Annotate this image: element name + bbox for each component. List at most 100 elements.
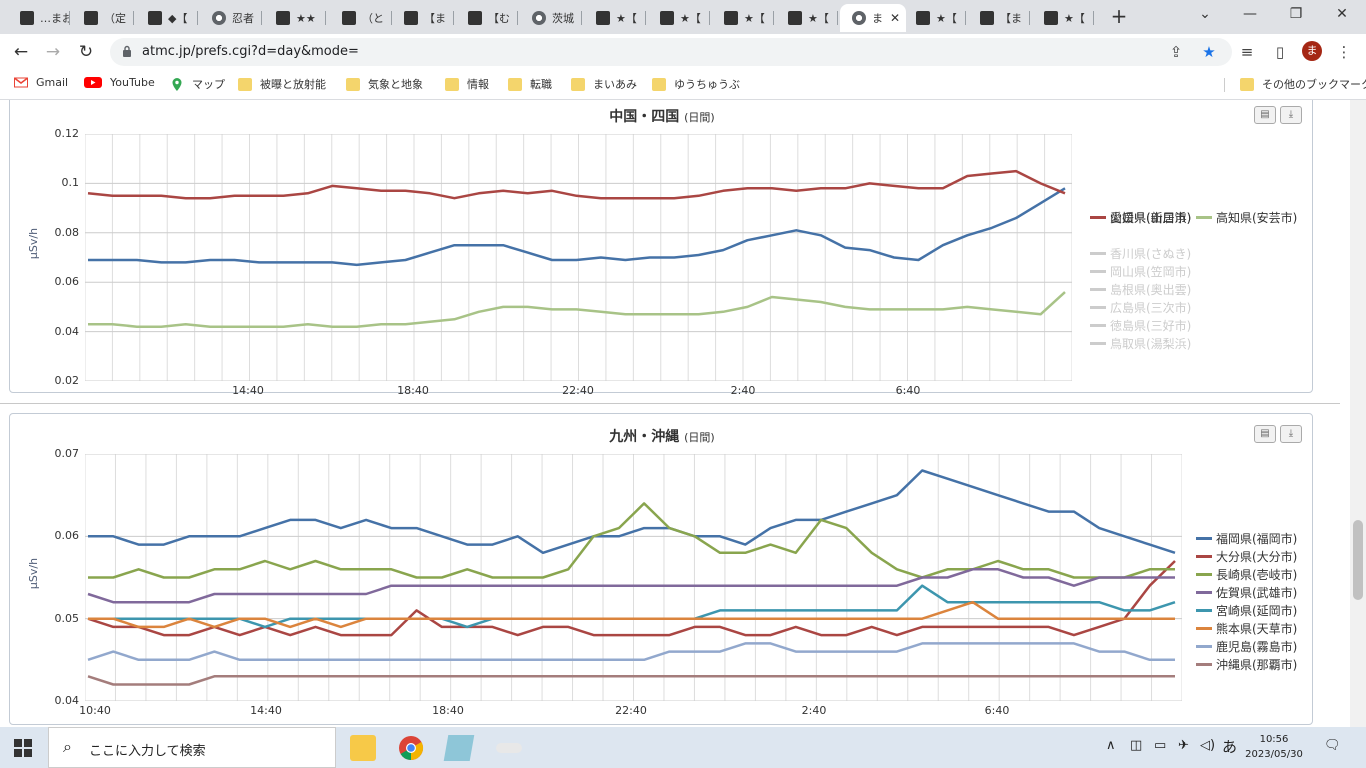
bookmark-star-icon[interactable]: ★ — [1198, 42, 1220, 62]
legend-item[interactable]: 広島県(三次市) — [1090, 299, 1191, 316]
close-tab-icon[interactable]: ✕ — [890, 11, 900, 25]
taskbar-search-box[interactable]: ⌕ ここに入力して検索 — [48, 727, 336, 768]
new-tab-button[interactable]: + — [1108, 6, 1130, 28]
series-line-1[interactable] — [87, 560, 1176, 637]
tab[interactable]: ★【 — [904, 4, 966, 32]
legend-item[interactable]: 大分県(大分市) — [1196, 548, 1297, 565]
legend-item[interactable]: 福岡県(福岡市) — [1196, 530, 1297, 547]
app-icon[interactable] — [496, 743, 522, 753]
tab[interactable]: 【む — [456, 4, 518, 32]
legend-item[interactable]: 鹿児島(霧島市) — [1196, 638, 1297, 655]
legend-item[interactable]: 宮崎県(延岡市) — [1196, 602, 1297, 619]
bookmark-folder-1[interactable]: 被曝と放射能 — [238, 76, 326, 92]
tab-separator — [453, 11, 454, 25]
legend-item[interactable]: 山口県(山口市) — [1090, 209, 1191, 226]
app-icon[interactable] — [443, 735, 475, 761]
tab[interactable]: ★★ — [264, 4, 326, 32]
tab-separator — [197, 11, 198, 25]
bookmark-maps[interactable]: マップ — [170, 76, 225, 92]
address-bar[interactable]: atmc.jp/prefs.cgi?d=day&mode= — [110, 38, 1232, 66]
profile-avatar[interactable]: ま — [1302, 41, 1322, 61]
series-line-0[interactable] — [88, 469, 1176, 555]
bookmark-folder-5[interactable]: まいあみ — [571, 76, 637, 92]
bookmark-folder-3[interactable]: 情報 — [445, 76, 489, 92]
tab[interactable]: （と — [330, 4, 392, 32]
other-bookmarks[interactable]: その他のブックマーク — [1240, 76, 1366, 92]
page-scrollbar[interactable] — [1350, 100, 1366, 727]
legend-swatch — [1090, 252, 1106, 255]
bookmark-youtube[interactable]: YouTube — [84, 76, 155, 89]
bookmark-folder-4[interactable]: 転職 — [508, 76, 552, 92]
tab[interactable]: 【ま — [392, 4, 454, 32]
notification-icon[interactable]: 🗨 — [1324, 738, 1341, 753]
series-line-2[interactable] — [88, 502, 1175, 579]
legend-item[interactable]: 鳥取県(湯梨浜) — [1090, 335, 1191, 352]
tab-separator — [965, 11, 966, 25]
file-explorer-icon[interactable] — [350, 735, 376, 761]
legend-item[interactable]: 香川県(さぬき) — [1090, 245, 1191, 262]
series-line-0[interactable] — [88, 187, 1066, 267]
legend-item[interactable]: 島根県(奥出雲) — [1090, 281, 1191, 298]
legend-item[interactable]: 熊本県(天草市) — [1196, 620, 1297, 637]
tab[interactable]: …まおこ — [8, 4, 70, 32]
tab[interactable]: （定 — [72, 4, 134, 32]
tray-app-icon[interactable]: ◫ — [1130, 738, 1142, 753]
bookmark-folder-2[interactable]: 気象と地象 — [346, 76, 423, 92]
x-tick-label: 10:40 — [79, 704, 111, 717]
legend-swatch — [1196, 609, 1212, 612]
y-tick-label: 0.06 — [54, 529, 80, 543]
series-line-1[interactable] — [87, 169, 1066, 200]
print-icon[interactable]: ▤ — [1254, 425, 1276, 443]
series-line-2[interactable] — [88, 291, 1066, 328]
restore-icon[interactable]: ❐ — [1284, 6, 1308, 26]
network-icon[interactable]: ✈ — [1178, 738, 1189, 753]
battery-icon[interactable]: ▭ — [1154, 738, 1166, 753]
tab[interactable]: ★【 — [584, 4, 646, 32]
tab[interactable]: 茨城 — [520, 4, 582, 32]
share-icon[interactable]: ⇪ — [1165, 42, 1187, 62]
folder-icon — [445, 77, 459, 91]
legend-item[interactable]: 佐賀県(武雄市) — [1196, 584, 1297, 601]
tab-search-chevron-icon[interactable]: ⌄ — [1193, 6, 1217, 26]
menu-kebab-icon[interactable]: ⋮ — [1333, 42, 1355, 62]
close-window-icon[interactable]: ✕ — [1330, 6, 1354, 26]
reading-list-icon[interactable]: ≡ — [1236, 42, 1258, 62]
legend-swatch — [1196, 627, 1212, 630]
side-panel-icon[interactable]: ▯ — [1269, 42, 1291, 62]
download-icon[interactable]: ⤓ — [1280, 106, 1302, 124]
series-line-6[interactable] — [87, 642, 1175, 662]
tab-separator — [645, 11, 646, 25]
legend-item[interactable]: 徳島県(三好市) — [1090, 317, 1191, 334]
url-text: atmc.jp/prefs.cgi?d=day&mode= — [142, 44, 359, 59]
windows-start-icon[interactable] — [14, 739, 32, 757]
tab[interactable]: ★【 — [776, 4, 838, 32]
series-line-7[interactable] — [87, 675, 1175, 686]
legend-item[interactable]: 岡山県(笠岡市) — [1090, 263, 1191, 280]
legend-item[interactable]: 高知県(安芸市) — [1196, 209, 1297, 226]
series-line-4[interactable] — [88, 584, 1176, 629]
series-line-3[interactable] — [87, 568, 1175, 604]
tab[interactable]: ★【 — [1032, 4, 1094, 32]
minimize-icon[interactable]: — — [1238, 6, 1262, 26]
print-icon[interactable]: ▤ — [1254, 106, 1276, 124]
tab[interactable]: ◆【 — [136, 4, 198, 32]
reload-icon[interactable]: ↻ — [75, 42, 97, 62]
legend-item[interactable]: 沖縄県(那覇市) — [1196, 656, 1297, 673]
volume-icon[interactable]: ◁) — [1200, 738, 1215, 753]
back-icon[interactable]: ← — [10, 42, 32, 62]
bookmark-gmail[interactable]: Gmail — [14, 76, 68, 89]
ime-indicator[interactable]: あ — [1222, 736, 1237, 757]
forward-icon[interactable]: → — [42, 42, 64, 62]
legend-item[interactable]: 長崎県(壱岐市) — [1196, 566, 1297, 583]
tab[interactable]: 忍者 — [200, 4, 262, 32]
tray-chevron-icon[interactable]: ∧ — [1106, 738, 1116, 753]
scrollbar-thumb[interactable] — [1353, 520, 1363, 600]
download-icon[interactable]: ⤓ — [1280, 425, 1302, 443]
tab[interactable]: 【ま — [968, 4, 1030, 32]
chrome-icon[interactable] — [398, 735, 424, 761]
clock[interactable]: 10:56 2023/05/30 — [1244, 732, 1304, 762]
tab[interactable]: ★【 — [712, 4, 774, 32]
bookmark-folder-6[interactable]: ゆうちゅうぶ — [652, 76, 740, 92]
tab[interactable]: ★【 — [648, 4, 710, 32]
tab-active[interactable]: ま ✕ — [840, 4, 906, 32]
